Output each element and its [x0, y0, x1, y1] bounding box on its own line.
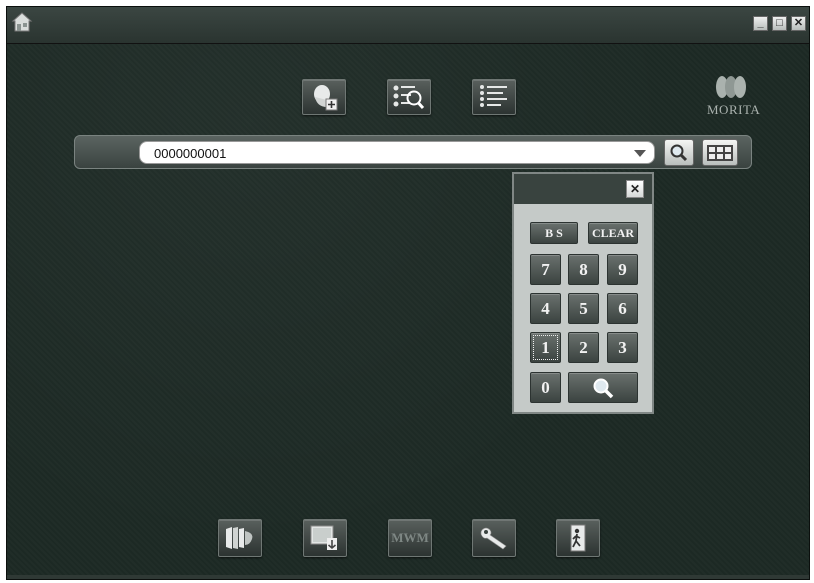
patient-id-value: 0000000001	[154, 146, 227, 161]
clear-key[interactable]: CLEAR	[588, 222, 638, 244]
key-3[interactable]: 3	[607, 332, 638, 363]
home-icon[interactable]	[11, 11, 33, 33]
wrench-icon	[480, 527, 507, 550]
numeric-keypad: ✕ B S CLEAR 7 8 9 4 5 6 1 2 3 0	[512, 172, 654, 414]
exit-button[interactable]	[556, 519, 600, 557]
patient-list-button[interactable]	[472, 79, 516, 115]
key-5[interactable]: 5	[568, 293, 599, 324]
exit-icon	[570, 524, 586, 552]
settings-button[interactable]	[472, 519, 516, 557]
add-patient-icon	[314, 85, 338, 111]
keypad-search-key[interactable]	[568, 372, 638, 403]
bottom-edge	[7, 575, 809, 579]
key-4[interactable]: 4	[530, 293, 561, 324]
key-0[interactable]: 0	[530, 372, 561, 403]
key-8[interactable]: 8	[568, 254, 599, 285]
patient-search-button[interactable]	[387, 79, 431, 115]
keypad-toggle-button[interactable]	[702, 139, 738, 166]
patient-search-icon	[393, 85, 425, 110]
key-6[interactable]: 6	[607, 293, 638, 324]
patient-id-combobox[interactable]: 0000000001	[139, 141, 655, 164]
minimize-button[interactable]: _	[753, 16, 768, 31]
search-icon	[670, 144, 688, 161]
search-button[interactable]	[664, 139, 694, 166]
patient-list-icon	[480, 85, 507, 107]
add-patient-button[interactable]	[302, 79, 346, 115]
image-import-icon	[310, 525, 337, 550]
image-import-button[interactable]	[303, 519, 347, 557]
backspace-key[interactable]: B S	[530, 222, 578, 244]
image-archive-button[interactable]	[218, 519, 262, 557]
maximize-button[interactable]: □	[772, 16, 787, 31]
morita-logo-icon	[716, 76, 746, 98]
mwm-label: MWM	[391, 530, 429, 545]
keypad-close-button[interactable]: ✕	[626, 180, 644, 198]
keypad-header: ✕	[514, 174, 652, 204]
mwm-button[interactable]: MWM	[388, 519, 432, 557]
search-icon	[593, 378, 614, 398]
logo-text: MORITA	[707, 102, 761, 117]
morita-logo: MORITA	[707, 75, 761, 118]
title-bar: _ □ ✕	[7, 7, 809, 44]
close-window-button[interactable]: ✕	[791, 16, 806, 31]
key-7[interactable]: 7	[530, 254, 561, 285]
image-archive-icon	[226, 527, 253, 549]
key-9[interactable]: 9	[607, 254, 638, 285]
key-1[interactable]: 1	[530, 332, 561, 363]
app-window: _ □ ✕ MORITA 0000000001 ✕ B S CLEAR 7 8 …	[6, 6, 810, 580]
patient-search-bar: 0000000001	[74, 135, 752, 169]
key-2[interactable]: 2	[568, 332, 599, 363]
keypad-icon	[707, 144, 733, 161]
chevron-down-icon[interactable]	[634, 150, 646, 157]
